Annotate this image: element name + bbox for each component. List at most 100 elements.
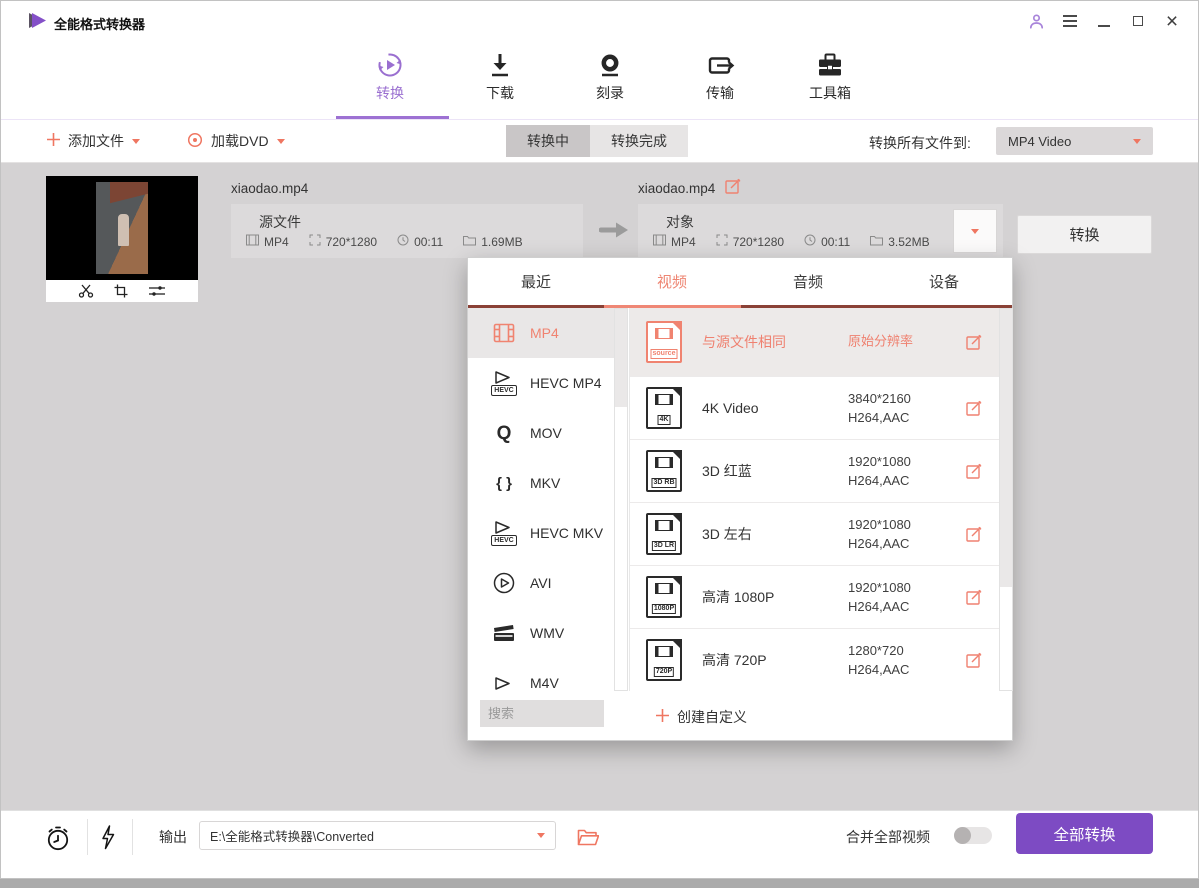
preset-row-720p[interactable]: 720P 高清 720P 1280*720H264,AAC — [630, 628, 999, 691]
edit-preset-icon[interactable] — [966, 526, 983, 542]
output-path-value: E:\全能格式转换器\Converted — [210, 826, 374, 845]
tabline-active-indicator — [604, 305, 741, 308]
source-metadata: MP4 720*1280 00:11 1.69MB — [246, 234, 523, 249]
m4v-icon — [486, 676, 522, 690]
convert-all-to-label: 转换所有文件到: — [869, 133, 971, 153]
preset-list: source 与源文件相同 原始分辨率 4K 4K Video 3840*216… — [629, 308, 999, 691]
search-input[interactable] — [480, 700, 604, 727]
merge-videos-label: 合并全部视频 — [846, 827, 930, 847]
target-format-dropdown-button[interactable] — [953, 209, 997, 253]
preset-row-4k[interactable]: 4K 4K Video 3840*2160H264,AAC — [630, 376, 999, 439]
add-file-button[interactable]: 添加文件 — [47, 120, 140, 162]
arrow-right-icon — [599, 221, 629, 244]
tab-audio[interactable]: 音频 — [740, 258, 876, 305]
minimize-button[interactable] — [1094, 11, 1114, 31]
plus-icon — [47, 133, 60, 149]
maximize-button[interactable] — [1128, 11, 1148, 31]
video-frame — [96, 182, 148, 274]
chevron-down-icon — [132, 139, 140, 144]
burn-icon — [597, 46, 623, 80]
target-duration: 00:11 — [821, 235, 850, 249]
source-duration: 00:11 — [414, 235, 443, 249]
edit-preset-icon[interactable] — [966, 400, 983, 416]
create-custom-label: 创建自定义 — [677, 707, 747, 727]
format-item-hevc-mp4[interactable]: HEVC HEVC MP4 — [468, 358, 614, 408]
film-icon — [246, 234, 259, 249]
preset-row-3d-rb[interactable]: 3D RB 3D 红蓝 1920*1080H264,AAC — [630, 439, 999, 502]
hevc-mkv-icon: HEVC — [486, 520, 522, 546]
active-tab-indicator — [336, 116, 449, 119]
tab-toolbox[interactable]: 工具箱 — [794, 46, 866, 103]
target-file-name: xiaodao.mp4 — [638, 181, 715, 196]
scrollbar-thumb[interactable] — [615, 309, 627, 407]
crop-icon[interactable] — [114, 284, 128, 298]
tab-recent[interactable]: 最近 — [468, 258, 604, 305]
tab-download[interactable]: 下载 — [464, 46, 536, 103]
effects-icon[interactable] — [148, 284, 166, 298]
format-list: MP4 HEVC HEVC MP4 Q MOV { } MKV HEVC HEV… — [468, 308, 614, 691]
format-panel-footer: 创建自定义 — [468, 691, 1012, 740]
high-speed-icon[interactable] — [101, 825, 115, 850]
preset-row-3d-lr[interactable]: 3D LR 3D 左右 1920*1080H264,AAC — [630, 502, 999, 565]
tab-video[interactable]: 视频 — [604, 258, 740, 305]
format-item-avi[interactable]: AVI — [468, 558, 614, 608]
convert-all-button[interactable]: 全部转换 — [1016, 813, 1153, 854]
source-file-icon: source — [646, 321, 682, 363]
tab-burn[interactable]: 刻录 — [574, 46, 646, 103]
mov-icon: Q — [486, 424, 522, 443]
source-file-name: xiaodao.mp4 — [231, 181, 308, 196]
format-list-scrollbar[interactable] — [614, 308, 628, 691]
format-item-hevc-mkv[interactable]: HEVC HEVC MKV — [468, 508, 614, 558]
schedule-icon[interactable] — [45, 825, 71, 852]
hevc-mp4-icon: HEVC — [486, 370, 522, 396]
format-item-mp4[interactable]: MP4 — [468, 308, 614, 358]
window-bottom-edge — [0, 879, 1199, 888]
target-info-box: 对象 MP4 720*1280 00:11 3.52MB — [638, 204, 1003, 258]
output-format-value: MP4 Video — [1008, 134, 1071, 149]
edit-preset-icon[interactable] — [966, 334, 983, 350]
close-button[interactable]: × — [1162, 11, 1182, 31]
format-item-mov[interactable]: Q MOV — [468, 408, 614, 458]
preset-list-scrollbar[interactable] — [999, 308, 1013, 691]
format-item-m4v[interactable]: M4V — [468, 658, 614, 691]
clock-icon — [397, 234, 409, 249]
load-dvd-button[interactable]: 加载DVD — [187, 120, 285, 162]
edit-preset-icon[interactable] — [966, 463, 983, 479]
tab-converting[interactable]: 转换中 — [506, 125, 590, 157]
merge-toggle[interactable] — [954, 827, 992, 844]
preset-row-1080p[interactable]: 1080P 高清 1080P 1920*1080H264,AAC — [630, 565, 999, 628]
create-custom-button[interactable]: 创建自定义 — [656, 691, 747, 742]
tab-converted[interactable]: 转换完成 — [590, 125, 688, 157]
preset-row-same-as-source[interactable]: source 与源文件相同 原始分辨率 — [630, 308, 999, 376]
open-folder-icon[interactable] — [577, 829, 599, 846]
scrollbar-thumb[interactable] — [1000, 309, 1012, 587]
target-box-title: 对象 — [666, 212, 694, 232]
format-item-mkv[interactable]: { } MKV — [468, 458, 614, 508]
app-logo-icon — [28, 12, 48, 35]
tab-transfer[interactable]: 传输 — [684, 46, 756, 103]
load-dvd-label: 加载DVD — [211, 131, 269, 151]
format-item-wmv[interactable]: WMV — [468, 608, 614, 658]
720p-file-icon: 720P — [646, 639, 682, 681]
download-icon — [487, 46, 513, 80]
folder-icon — [463, 235, 476, 249]
mkv-icon: { } — [486, 476, 522, 491]
trim-icon[interactable] — [78, 284, 94, 298]
account-icon[interactable] — [1026, 11, 1046, 31]
convert-button[interactable]: 转换 — [1017, 215, 1152, 254]
source-box-title: 源文件 — [259, 212, 301, 232]
thumbnail-toolbar — [46, 280, 198, 302]
video-thumbnail[interactable] — [46, 176, 198, 302]
source-size: 1.69MB — [481, 235, 522, 249]
menu-icon[interactable] — [1060, 11, 1080, 31]
tab-convert[interactable]: 转换 — [354, 46, 426, 103]
app-window: 全能格式转换器 × 转换 下载 — [0, 0, 1199, 888]
chevron-down-icon — [971, 229, 979, 234]
tab-device[interactable]: 设备 — [876, 258, 1012, 305]
rename-icon[interactable] — [725, 178, 742, 199]
output-format-select[interactable]: MP4 Video — [996, 127, 1153, 155]
clock-icon — [804, 234, 816, 249]
output-path-select[interactable]: E:\全能格式转换器\Converted — [199, 821, 556, 850]
edit-preset-icon[interactable] — [966, 652, 983, 668]
edit-preset-icon[interactable] — [966, 589, 983, 605]
